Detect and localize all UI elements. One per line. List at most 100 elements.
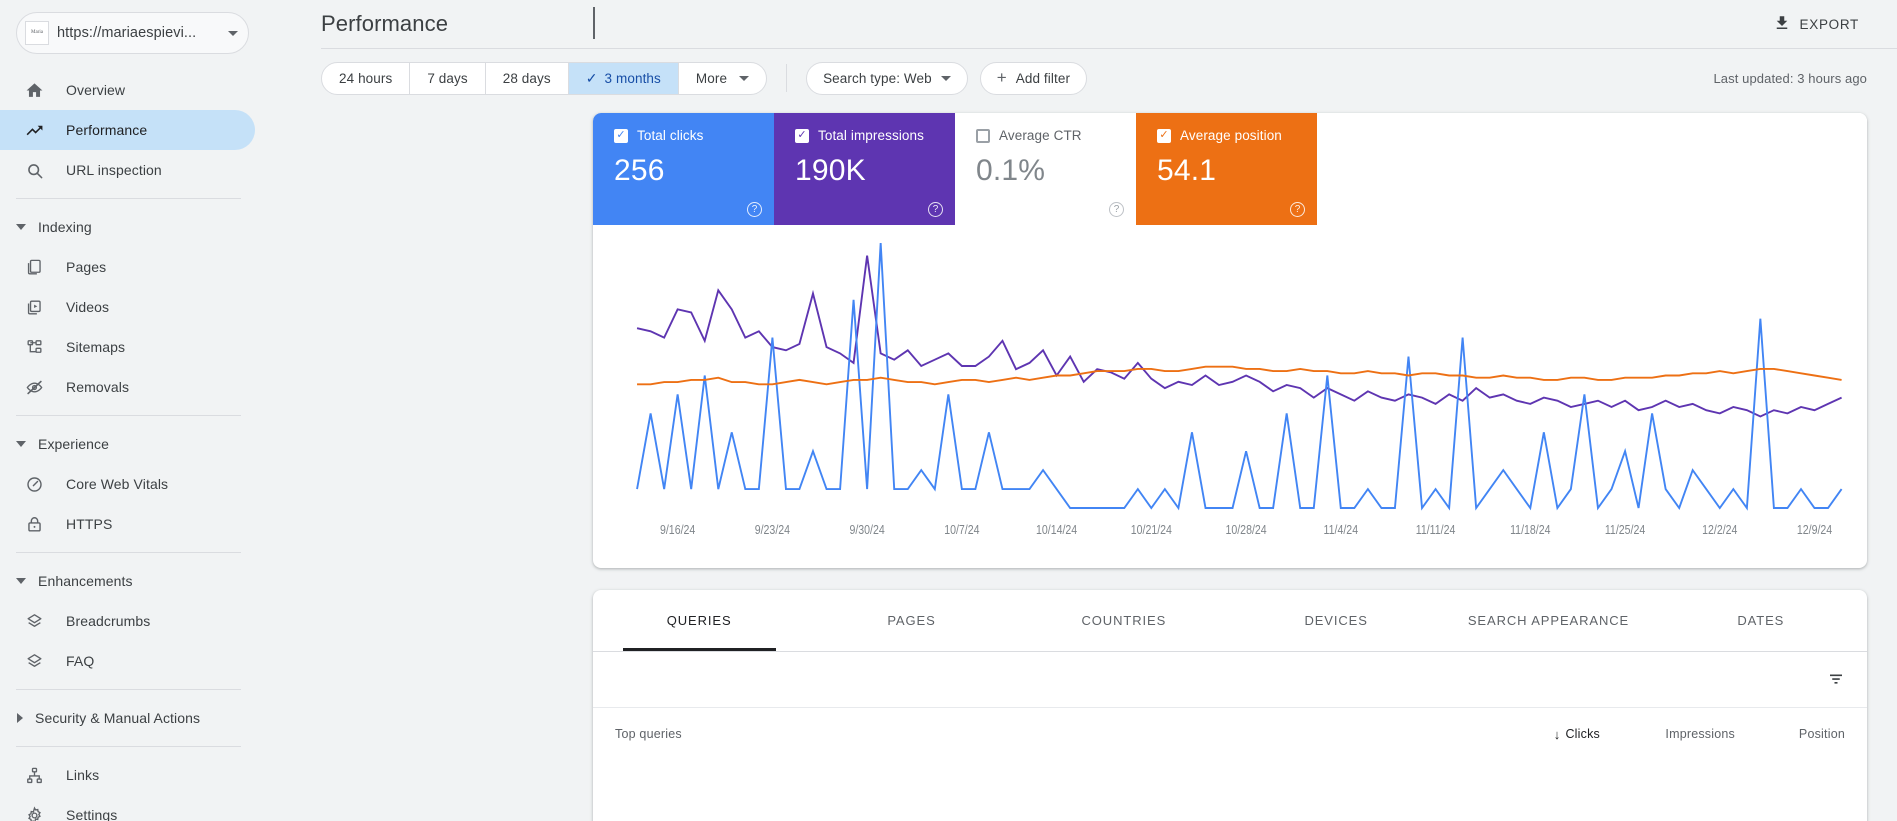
tab-label: COUNTRIES [1081, 613, 1167, 628]
performance-chart-card: ✓ Total clicks 256 ? ✓ Total impressions… [593, 113, 1867, 568]
tab-pages[interactable]: PAGES [805, 590, 1017, 651]
metric-label: Total clicks [637, 128, 704, 143]
metric-card-average-ctr[interactable]: Average CTR 0.1% ? [955, 113, 1136, 225]
filter-toolbar: 24 hours 7 days 28 days ✓ 3 months More [259, 49, 1897, 107]
checkbox-checked-icon[interactable]: ✓ [614, 128, 628, 143]
performance-line-chart[interactable]: 9/16/24 9/23/24 9/30/24 10/7/24 10/14/24 10/2… [593, 225, 1867, 568]
help-icon[interactable]: ? [1109, 202, 1124, 217]
chevron-right-icon [17, 713, 23, 723]
date-range-3-months[interactable]: ✓ 3 months [568, 62, 679, 94]
x-axis-tick-label: 11/4/24 [1324, 524, 1359, 537]
sidebar-item-performance[interactable]: Performance [0, 110, 255, 150]
filter-list-icon[interactable] [1827, 670, 1845, 693]
tab-search-appearance[interactable]: SEARCH APPEARANCE [1442, 590, 1654, 651]
help-icon[interactable]: ? [1290, 202, 1305, 217]
chart-svg: 9/16/24 9/23/24 9/30/24 10/7/24 10/14/24 10/2… [593, 225, 1867, 537]
property-favicon: Maria [25, 21, 49, 45]
metric-card-average-position[interactable]: ✓ Average position 54.1 ? [1136, 113, 1317, 225]
sidebar: Maria https://mariaespievi... Overview P… [0, 0, 259, 821]
tab-label: SEARCH APPEARANCE [1467, 613, 1630, 628]
checkbox-unchecked-icon[interactable] [976, 128, 990, 143]
sidebar-item-settings[interactable]: Settings [0, 795, 255, 821]
eye-off-icon [24, 377, 44, 397]
chevron-down-icon [739, 75, 750, 81]
sidebar-group-security[interactable]: Security & Manual Actions [0, 698, 259, 738]
last-updated-text: Last updated: 3 hours ago [1713, 70, 1867, 86]
date-range-segmented-control: 24 hours 7 days 28 days ✓ 3 months More [321, 61, 768, 95]
property-selector[interactable]: Maria https://mariaespievi... [16, 12, 249, 54]
help-icon[interactable]: ? [747, 202, 762, 217]
sidebar-group-experience[interactable]: Experience [0, 424, 259, 464]
x-axis-tick-label: 12/9/24 [1797, 524, 1833, 537]
tab-countries[interactable]: COUNTRIES [1018, 590, 1230, 651]
sidebar-item-label: URL inspection [66, 162, 162, 178]
date-range-28-days[interactable]: 28 days [486, 62, 569, 94]
home-icon [24, 80, 44, 100]
table-header-row: Top queries ↓ Clicks Impressions Positio… [593, 708, 1867, 760]
sidebar-divider [16, 689, 241, 690]
metric-card-total-impressions[interactable]: ✓ Total impressions 190K ? [774, 113, 955, 225]
page-header: Performance EXPORT [259, 0, 1897, 48]
chevron-down-icon[interactable] [228, 30, 238, 36]
column-label: Position [1798, 727, 1845, 741]
x-axis-tick-label: 12/2/24 [1702, 524, 1738, 537]
sidebar-group-label: Indexing [38, 219, 92, 235]
sidebar-group-enhancements[interactable]: Enhancements [0, 561, 259, 601]
metric-value: 54.1 [1157, 154, 1217, 187]
chart-line-total-impressions [637, 256, 1842, 417]
sidebar-item-url-inspection[interactable]: URL inspection [0, 150, 255, 190]
search-icon [24, 160, 44, 180]
favicon-text: Maria [31, 30, 43, 36]
column-header-clicks[interactable]: ↓ Clicks [1465, 727, 1600, 742]
sidebar-divider [16, 552, 241, 553]
sidebar-item-https[interactable]: HTTPS [0, 504, 255, 544]
tab-label: QUERIES [666, 613, 732, 628]
metric-card-total-clicks[interactable]: ✓ Total clicks 256 ? [593, 113, 774, 225]
date-range-24-hours[interactable]: 24 hours [322, 62, 411, 94]
tab-devices[interactable]: DEVICES [1230, 590, 1442, 651]
export-button[interactable]: EXPORT [1765, 8, 1867, 41]
lock-icon [24, 514, 44, 534]
column-header-top-queries[interactable]: Top queries [615, 727, 1465, 741]
checkbox-checked-icon[interactable]: ✓ [795, 128, 809, 143]
tab-queries[interactable]: QUERIES [593, 590, 805, 651]
column-header-impressions[interactable]: Impressions [1600, 727, 1735, 741]
date-range-more[interactable]: More [679, 63, 766, 94]
checkbox-checked-icon[interactable]: ✓ [1157, 128, 1171, 143]
sidebar-item-label: Overview [66, 82, 126, 98]
sidebar-item-sitemaps[interactable]: Sitemaps [0, 327, 255, 367]
sidebar-item-label: HTTPS [66, 516, 113, 532]
sidebar-item-links[interactable]: Links [0, 755, 255, 795]
date-range-7-days[interactable]: 7 days [410, 62, 486, 94]
chevron-down-icon [16, 224, 26, 230]
links-icon [24, 765, 44, 785]
search-console-app: Maria https://mariaespievi... Overview P… [0, 0, 1897, 821]
x-axis-tick-label: 9/30/24 [849, 524, 885, 537]
sidebar-item-core-web-vitals[interactable]: Core Web Vitals [0, 464, 255, 504]
sidebar-item-pages[interactable]: Pages [0, 247, 255, 287]
sidebar-item-videos[interactable]: Videos [0, 287, 255, 327]
add-filter-button[interactable]: + Add filter [979, 61, 1088, 95]
sidebar-item-overview[interactable]: Overview [0, 70, 255, 110]
sidebar-group-label: Security & Manual Actions [35, 710, 201, 726]
sidebar-item-faq[interactable]: FAQ [0, 641, 255, 681]
sidebar-item-removals[interactable]: Removals [0, 367, 255, 407]
pages-icon [24, 257, 44, 277]
column-label: Impressions [1665, 727, 1735, 741]
sidebar-divider [16, 415, 241, 416]
speedometer-icon [24, 474, 44, 494]
metric-value: 0.1% [976, 154, 1046, 187]
sidebar-item-breadcrumbs[interactable]: Breadcrumbs [0, 601, 255, 641]
metric-row-spacer [1317, 113, 1867, 225]
search-type-filter[interactable]: Search type: Web [806, 61, 968, 95]
sidebar-item-label: Sitemaps [66, 339, 126, 355]
check-icon: ✓ [585, 70, 598, 86]
tab-dates[interactable]: DATES [1655, 590, 1867, 651]
sidebar-item-label: Settings [66, 807, 118, 821]
x-axis-tick-label: 11/18/24 [1510, 524, 1551, 537]
sidebar-group-indexing[interactable]: Indexing [0, 207, 259, 247]
help-icon[interactable]: ? [928, 202, 943, 217]
column-header-position[interactable]: Position [1735, 727, 1845, 741]
text-cursor [593, 7, 595, 39]
sidebar-group-label: Experience [38, 436, 110, 452]
